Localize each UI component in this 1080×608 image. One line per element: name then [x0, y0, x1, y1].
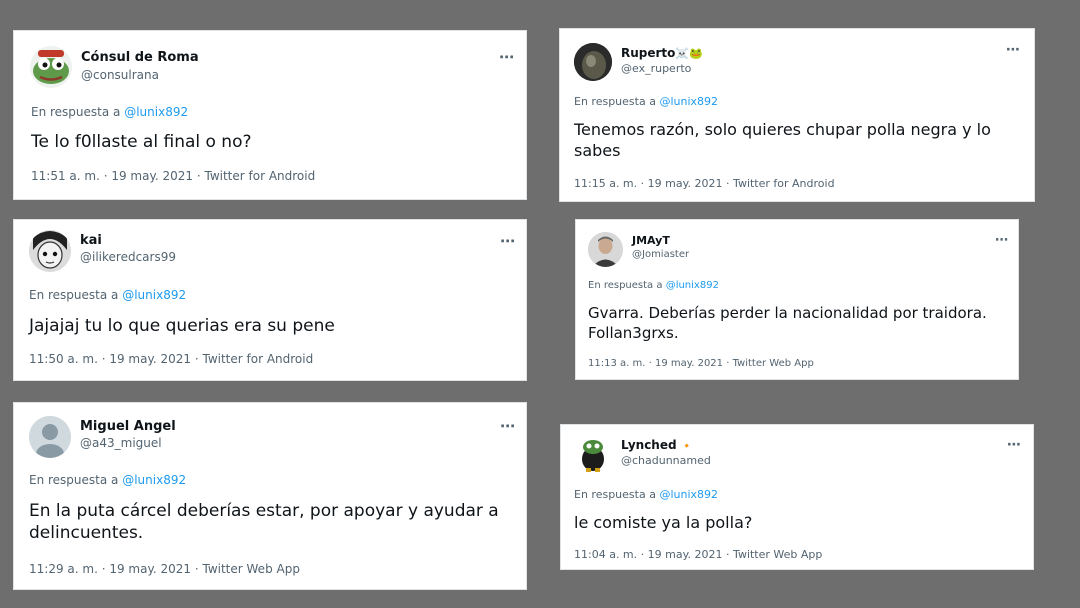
- tweet-metadata: 11:50 a. m. · 19 may. 2021 · Twitter for…: [29, 352, 314, 366]
- tweet-time[interactable]: 11:51 a. m.: [31, 169, 100, 183]
- user-display-name[interactable]: kai: [80, 233, 102, 248]
- tweet-card[interactable]: Ruperto☠️🐸 @ex_ruperto ⋯ En respuesta a …: [559, 28, 1035, 202]
- tweet-text: Jajajaj tu lo que querias era su pene: [29, 316, 335, 336]
- user-handle[interactable]: @ilikeredcars99: [80, 250, 176, 264]
- reply-context: En respuesta a @lunix892: [588, 280, 719, 291]
- mention-link[interactable]: @lunix892: [659, 488, 718, 501]
- user-display-name[interactable]: JMAyT: [632, 234, 670, 247]
- mention-link[interactable]: @lunix892: [124, 105, 188, 119]
- tweet-text: Gvarra. Deberías perder la nacionalidad …: [588, 304, 987, 342]
- more-options-icon[interactable]: ⋯: [1006, 42, 1021, 58]
- user-handle[interactable]: @chadunnamed: [621, 454, 711, 467]
- tweet-metadata: 11:29 a. m. · 19 may. 2021 · Twitter Web…: [29, 562, 300, 576]
- tweet-date[interactable]: 19 may. 2021: [109, 352, 191, 366]
- tweet-date[interactable]: 19 may. 2021: [648, 548, 723, 561]
- tweet-date[interactable]: 19 may. 2021: [109, 562, 191, 576]
- user-display-name[interactable]: Ruperto☠️🐸: [621, 46, 703, 60]
- reply-prefix: En respuesta a: [29, 473, 119, 487]
- tweet-time[interactable]: 11:50 a. m.: [29, 352, 98, 366]
- tweet-client: Twitter for Android: [204, 169, 316, 183]
- dark-photo-avatar[interactable]: [574, 43, 612, 81]
- skull-frog-emoji-icon: ☠️🐸: [675, 47, 703, 60]
- reply-context: En respuesta a @lunix892: [29, 473, 186, 487]
- reply-prefix: En respuesta a: [588, 280, 663, 291]
- default-user-avatar[interactable]: [29, 416, 71, 458]
- tweet-date[interactable]: 19 may. 2021: [111, 169, 193, 183]
- tweet-metadata: 11:04 a. m. · 19 may. 2021 · Twitter Web…: [574, 548, 823, 561]
- tweet-card[interactable]: Lynched 🔸 @chadunnamed ⋯ En respuesta a …: [560, 424, 1034, 570]
- tweet-client: Twitter for Android: [202, 352, 314, 366]
- reply-prefix: En respuesta a: [31, 105, 121, 119]
- pepe-frog-avatar[interactable]: [30, 46, 72, 88]
- user-display-name[interactable]: Cónsul de Roma: [81, 50, 199, 65]
- user-display-name[interactable]: Miguel Angel: [80, 419, 176, 434]
- reply-context: En respuesta a @lunix892: [31, 105, 188, 119]
- tweet-card[interactable]: Miguel Angel @a43_miguel ⋯ En respuesta …: [13, 402, 527, 590]
- tweet-date[interactable]: 19 may. 2021: [655, 358, 723, 369]
- orange-diamond-icon: 🔸: [680, 441, 694, 452]
- tweet-client: Twitter Web App: [732, 358, 814, 369]
- anime-character-avatar[interactable]: [29, 230, 71, 272]
- tweet-metadata: 11:15 a. m. · 19 may. 2021 · Twitter for…: [574, 177, 835, 190]
- tweet-client: Twitter Web App: [202, 562, 300, 576]
- tweet-text: Tenemos razón, solo quieres chupar polla…: [574, 120, 991, 160]
- tweet-metadata: 11:51 a. m. · 19 may. 2021 · Twitter for…: [31, 169, 316, 183]
- more-options-icon[interactable]: ⋯: [499, 48, 515, 66]
- tweet-text: le comiste ya la polla?: [574, 513, 753, 532]
- user-handle[interactable]: @consulrana: [81, 68, 159, 82]
- mention-link[interactable]: @lunix892: [122, 288, 186, 302]
- more-options-icon[interactable]: ⋯: [500, 232, 516, 250]
- tweet-text: En la puta cárcel deberías estar, por ap…: [29, 501, 499, 544]
- reply-context: En respuesta a @lunix892: [574, 95, 718, 108]
- tweet-time[interactable]: 11:29 a. m.: [29, 562, 98, 576]
- tweet-card[interactable]: Cónsul de Roma @consulrana ⋯ En respuest…: [13, 30, 527, 200]
- tweet-time[interactable]: 11:15 a. m.: [574, 177, 637, 190]
- reply-prefix: En respuesta a: [29, 288, 119, 302]
- tweet-time[interactable]: 11:13 a. m.: [588, 358, 645, 369]
- more-options-icon[interactable]: ⋯: [995, 233, 1009, 248]
- more-options-icon[interactable]: ⋯: [500, 417, 516, 435]
- reply-prefix: En respuesta a: [574, 488, 656, 501]
- mention-link[interactable]: @lunix892: [666, 280, 719, 291]
- user-name-text: Ruperto: [621, 46, 676, 60]
- tweet-card[interactable]: kai @ilikeredcars99 ⋯ En respuesta a @lu…: [13, 219, 527, 381]
- reply-prefix: En respuesta a: [574, 95, 656, 108]
- frog-character-avatar[interactable]: [574, 435, 612, 473]
- man-portrait-avatar[interactable]: [588, 232, 623, 267]
- user-handle[interactable]: @a43_miguel: [80, 436, 162, 450]
- tweet-text: Te lo f0llaste al final o no?: [31, 132, 252, 152]
- mention-link[interactable]: @lunix892: [659, 95, 718, 108]
- more-options-icon[interactable]: ⋯: [1007, 437, 1022, 453]
- tweet-card[interactable]: JMAyT @Jomiaster ⋯ En respuesta a @lunix…: [575, 219, 1019, 380]
- tweet-metadata: 11:13 a. m. · 19 may. 2021 · Twitter Web…: [588, 358, 814, 369]
- tweet-date[interactable]: 19 may. 2021: [648, 177, 723, 190]
- reply-context: En respuesta a @lunix892: [29, 288, 186, 302]
- user-handle[interactable]: @Jomiaster: [632, 249, 689, 260]
- tweet-time[interactable]: 11:04 a. m.: [574, 548, 637, 561]
- user-name-text: Lynched: [621, 438, 677, 452]
- reply-context: En respuesta a @lunix892: [574, 488, 718, 501]
- mention-link[interactable]: @lunix892: [122, 473, 186, 487]
- user-handle[interactable]: @ex_ruperto: [621, 62, 691, 75]
- tweet-client: Twitter Web App: [733, 548, 823, 561]
- user-display-name[interactable]: Lynched 🔸: [621, 438, 693, 452]
- tweet-client: Twitter for Android: [733, 177, 835, 190]
